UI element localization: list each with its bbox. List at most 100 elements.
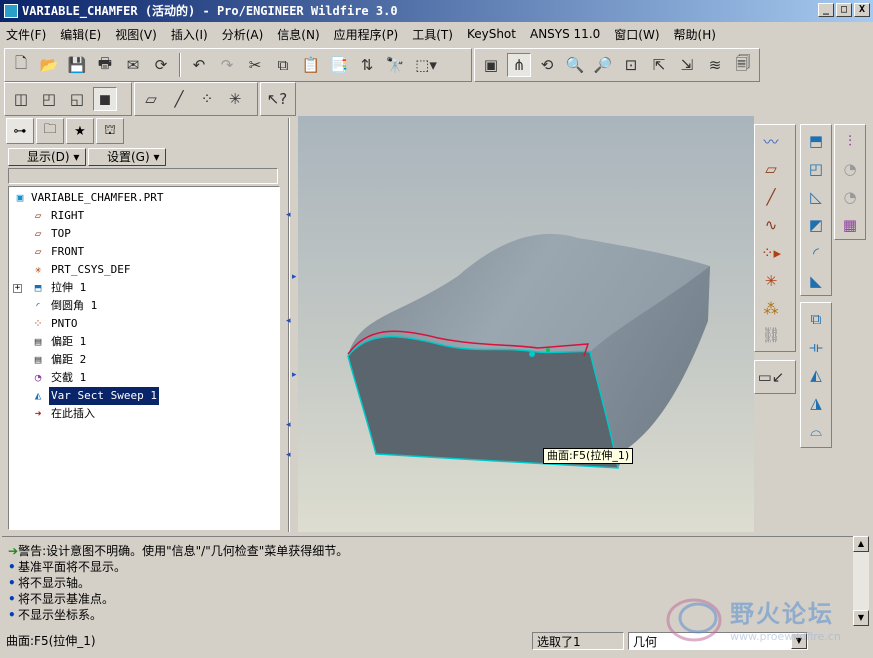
datum-curve-tool-icon[interactable]: ∿	[756, 212, 786, 238]
tree-item[interactable]: ▤ 偏距 2	[9, 351, 279, 369]
revolve-tool-icon[interactable]: ◰	[801, 156, 831, 182]
wireframe-icon[interactable]: ◫	[9, 87, 33, 111]
pattern-tool-icon[interactable]: ◔	[835, 184, 865, 210]
draft-tool-icon[interactable]: ⫶	[835, 128, 865, 154]
csys-tool-icon[interactable]: ✳	[756, 268, 786, 294]
refit-icon[interactable]: ⊡	[619, 53, 643, 77]
hidden-line-icon[interactable]: ◰	[37, 87, 61, 111]
regenerate-manager-icon[interactable]: ⇅	[355, 53, 379, 77]
maximize-button[interactable]: □	[836, 3, 852, 17]
expand-right-icon[interactable]: ▸	[292, 370, 297, 380]
datum-point-display-icon[interactable]: ⁘	[195, 87, 219, 111]
graphics-window[interactable]: 曲面:F5(拉伸_1)	[298, 116, 754, 532]
menu-window[interactable]: 窗口(W)	[614, 26, 659, 43]
tree-item-selected[interactable]: ◭ Var Sect Sweep 1	[9, 387, 279, 405]
zoom-out-icon[interactable]: 🔎	[591, 53, 615, 77]
tree-item[interactable]: ➜ 在此插入	[9, 405, 279, 423]
menu-applications[interactable]: 应用程序(P)	[334, 26, 399, 43]
extrude-tool-icon[interactable]: ⬒	[801, 128, 831, 154]
chevron-down-icon[interactable]: ▼	[791, 633, 807, 649]
collapse-left-icon[interactable]: ◂	[286, 316, 291, 326]
open-folder-icon[interactable]: 📂	[37, 53, 61, 77]
menu-view[interactable]: 视图(V)	[115, 26, 157, 43]
panel-splitter[interactable]: ◂ ▸ ◂ ▸ ◂ ◂	[284, 118, 298, 532]
rib-tool-icon[interactable]: ◺	[801, 184, 831, 210]
collapse-left-icon[interactable]: ◂	[286, 450, 291, 460]
shading-icon[interactable]: ◼	[93, 87, 117, 111]
datum-axis-display-icon[interactable]: ╱	[167, 87, 191, 111]
expand-right-icon[interactable]: ▸	[292, 272, 297, 282]
tree-item[interactable]: ✳ PRT_CSYS_DEF	[9, 261, 279, 279]
grid-pattern-icon[interactable]: ▦	[835, 212, 865, 238]
trim-tool-icon[interactable]: ◮	[801, 390, 831, 416]
menu-ansys[interactable]: ANSYS 11.0	[530, 27, 600, 41]
reorient-icon[interactable]: ⇱	[647, 53, 671, 77]
datum-plane-display-icon[interactable]: ▱	[139, 87, 163, 111]
save-icon[interactable]: 💾	[65, 53, 89, 77]
layers-icon[interactable]: ≋	[703, 53, 727, 77]
paste-icon[interactable]: 📋	[299, 53, 323, 77]
selection-filter-dropdown[interactable]: 几何 ▼	[628, 632, 808, 650]
analysis-feature-icon[interactable]: ⁂	[756, 296, 786, 322]
context-help-icon[interactable]: ↖?	[265, 87, 289, 111]
settings-dropdown[interactable]: 设置(G) ▾	[88, 148, 166, 166]
favorites-tab-icon[interactable]: ★	[66, 118, 94, 144]
model-tree-tab-icon[interactable]: ⊶	[6, 118, 34, 144]
redo-icon[interactable]: ↷	[215, 53, 239, 77]
csys-display-icon[interactable]: ✳	[223, 87, 247, 111]
collapse-left-icon[interactable]: ◂	[286, 210, 291, 220]
spin-center-icon[interactable]: ⋔	[507, 53, 531, 77]
hole-tool-icon[interactable]: ◔	[835, 156, 865, 182]
tree-item[interactable]: ▱ FRONT	[9, 243, 279, 261]
minimize-button[interactable]: _	[818, 3, 834, 17]
tree-item[interactable]: ⁘ PNTO	[9, 315, 279, 333]
menu-analysis[interactable]: 分析(A)	[222, 26, 264, 43]
view-manager-icon[interactable]: 🗐	[731, 53, 755, 77]
tree-root[interactable]: ▣ VARIABLE_CHAMFER.PRT	[9, 189, 279, 207]
menu-edit[interactable]: 编辑(E)	[60, 26, 101, 43]
find-icon[interactable]: 🔭	[383, 53, 407, 77]
scroll-down-icon[interactable]: ▼	[853, 610, 869, 626]
show-dropdown[interactable]: 显示(D) ▾	[8, 148, 86, 166]
menu-insert[interactable]: 插入(I)	[171, 26, 208, 43]
datum-plane-tool-icon[interactable]: ▱	[756, 156, 786, 182]
menu-keyshot[interactable]: KeyShot	[467, 27, 516, 41]
no-hidden-icon[interactable]: ◱	[65, 87, 89, 111]
selection-box-icon[interactable]: ⬚▾	[411, 53, 441, 77]
new-file-icon[interactable]: 🗋	[9, 53, 33, 77]
datum-point-tool-icon[interactable]: ⁘▸	[756, 240, 786, 266]
zoom-in-icon[interactable]: 🔍	[563, 53, 587, 77]
tree-item[interactable]: ▱ RIGHT	[9, 207, 279, 225]
tree-item[interactable]: ▤ 偏距 1	[9, 333, 279, 351]
round-tool-icon[interactable]: ◜	[801, 240, 831, 266]
repaint-icon[interactable]: ▣	[479, 53, 503, 77]
collapse-left-icon[interactable]: ◂	[286, 420, 291, 430]
shell-tool-icon[interactable]: ◩	[801, 212, 831, 238]
copy-feature-icon[interactable]: ⧉	[801, 306, 831, 332]
mirror-tool-icon[interactable]: ⟛	[801, 334, 831, 360]
saved-views-icon[interactable]: ⇲	[675, 53, 699, 77]
menu-tools[interactable]: 工具(T)	[412, 26, 453, 43]
selection-point[interactable]	[529, 351, 535, 357]
annotation-feature-icon[interactable]: ▭↙	[756, 364, 786, 390]
merge-tool-icon[interactable]: ◭	[801, 362, 831, 388]
orient-mode-icon[interactable]: ⟲	[535, 53, 559, 77]
folder-browser-tab-icon[interactable]: 🗀	[36, 118, 64, 144]
tree-filter-bar[interactable]	[8, 168, 278, 184]
menu-info[interactable]: 信息(N)	[277, 26, 319, 43]
connections-tab-icon[interactable]: ⛫	[96, 118, 124, 144]
tree-item[interactable]: ◔ 交截 1	[9, 369, 279, 387]
chain-icon[interactable]: ⛓	[756, 322, 786, 348]
tree-item[interactable]: ▱ TOP	[9, 225, 279, 243]
datum-axis-tool-icon[interactable]: ╱	[756, 184, 786, 210]
cut-icon[interactable]: ✂	[243, 53, 267, 77]
scroll-up-icon[interactable]: ▲	[853, 536, 869, 552]
close-button[interactable]: X	[854, 3, 870, 17]
tree-item[interactable]: ◜ 倒圆角 1	[9, 297, 279, 315]
tree-item[interactable]: + ⬒ 拉伸 1	[9, 279, 279, 297]
3d-model[interactable]	[298, 116, 754, 532]
regenerate-icon[interactable]: ⟳	[149, 53, 173, 77]
sketch-tool-icon[interactable]: 〰	[756, 128, 786, 154]
paste-special-icon[interactable]: 📑	[327, 53, 351, 77]
undo-icon[interactable]: ↶	[187, 53, 211, 77]
